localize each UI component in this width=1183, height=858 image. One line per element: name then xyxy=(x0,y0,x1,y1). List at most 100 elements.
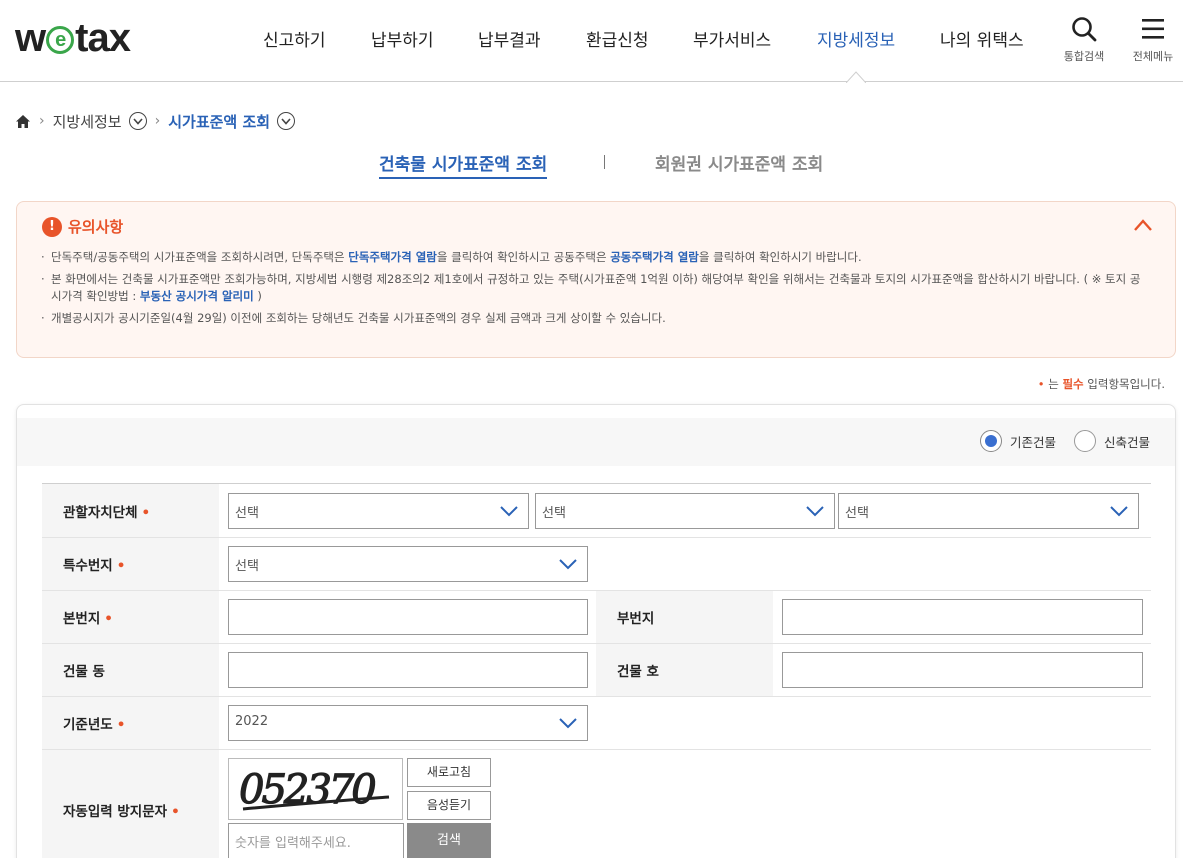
breadcrumb: › 지방세정보 › 시가표준액 조회 xyxy=(15,110,296,132)
notice-text: 단독주택/공동주택의 시가표준액을 조회하시려면, 단독주택은 xyxy=(51,250,349,264)
required-marker: • xyxy=(171,804,180,820)
special-lot-select[interactable]: 선택 xyxy=(228,546,588,582)
home-icon[interactable] xyxy=(15,114,31,129)
menu-label: 전체메뉴 xyxy=(1132,50,1174,63)
form-top-border xyxy=(42,483,1151,484)
required-note-suffix: 입력항목입니다. xyxy=(1083,377,1165,391)
realty-price-alimi-link[interactable]: 부동산 공시가격 알리미 xyxy=(140,289,254,303)
nav-item-pay[interactable]: 납부하기 xyxy=(371,26,434,51)
nav-item-extra-services[interactable]: 부가서비스 xyxy=(693,26,771,51)
required-dot: • xyxy=(1037,377,1045,391)
special-lot-label: 특수번지 • xyxy=(63,554,125,574)
active-nav-caret xyxy=(846,71,866,83)
detached-house-price-link[interactable]: 단독주택가격 열람 xyxy=(348,250,437,264)
required-word: 필수 xyxy=(1062,377,1084,391)
apartment-price-link[interactable]: 공동주택가격 열람 xyxy=(610,250,699,264)
logo-suffix: tax xyxy=(75,15,131,60)
captcha-audio-button[interactable]: 음성듣기 xyxy=(407,791,491,820)
building-ho-label: 건물 호 xyxy=(617,664,659,680)
radio-new-label: 신축건물 xyxy=(1104,434,1151,450)
tab-building-standard-price[interactable]: 건축물 시가표준액 조회 xyxy=(379,150,548,179)
chevron-down-icon xyxy=(1110,506,1128,517)
radio-selected-icon xyxy=(980,430,1002,452)
nav-item-payment-result[interactable]: 납부결과 xyxy=(478,26,541,51)
tab-membership-standard-price[interactable]: 회원권 시가표준액 조회 xyxy=(655,150,823,175)
radio-existing-label: 기존건물 xyxy=(1010,434,1057,450)
captcha-input[interactable]: 숫자를 입력해주세요. xyxy=(228,823,404,858)
select-value: 선택 xyxy=(542,506,566,521)
sub-lot-input[interactable] xyxy=(782,599,1143,635)
building-dong-label: 건물 동 xyxy=(63,664,105,680)
captcha-picture: 052370 xyxy=(238,766,390,814)
notice-text: 을 클릭하여 확인하시기 바랍니다. xyxy=(698,250,862,264)
required-marker: • xyxy=(116,558,126,574)
chevron-down-icon xyxy=(500,506,518,517)
required-marker: • xyxy=(116,717,126,733)
base-year-label-text: 기준년도 xyxy=(63,717,113,733)
notice-box: ! 유의사항 단독주택/공동주택의 시가표준액을 조회하시려면, 단독주택은 단… xyxy=(16,201,1176,358)
building-ho-input[interactable] xyxy=(782,652,1143,688)
chevron-down-icon[interactable] xyxy=(277,112,296,130)
nav-item-local-tax-info[interactable]: 지방세정보 xyxy=(817,26,895,51)
exclamation-icon: ! xyxy=(42,216,62,237)
row-divider xyxy=(42,696,1151,697)
local-gov-select-1[interactable]: 선택 xyxy=(228,493,529,529)
sub-lot-label: 부번지 xyxy=(617,611,655,627)
chevron-down-icon xyxy=(806,506,824,517)
main-lot-input[interactable] xyxy=(228,599,588,635)
row-divider xyxy=(42,643,1151,644)
select-value: 선택 xyxy=(235,559,259,574)
select-value: 2022 xyxy=(235,714,269,729)
main-lot-label-text: 본번지 xyxy=(63,611,101,627)
captcha-label-text: 자동입력 방지문자 xyxy=(63,804,168,820)
notice-title: ! 유의사항 xyxy=(42,216,123,237)
required-marker: • xyxy=(141,505,151,521)
radio-unselected-icon xyxy=(1074,430,1096,452)
select-value: 선택 xyxy=(235,506,259,521)
captcha-image: 052370 xyxy=(228,758,403,820)
building-dong-input[interactable] xyxy=(228,652,588,688)
breadcrumb-level1[interactable]: 지방세정보 xyxy=(53,111,122,132)
notice-item: 단독주택/공동주택의 시가표준액을 조회하시려면, 단독주택은 단독주택가격 열… xyxy=(41,249,1141,266)
chevron-down-icon[interactable] xyxy=(128,112,147,130)
chevron-up-icon[interactable] xyxy=(1133,218,1153,232)
logo-e-mark: e xyxy=(46,26,75,54)
chevron-down-icon xyxy=(559,559,577,570)
local-gov-select-2[interactable]: 선택 xyxy=(535,493,835,529)
search-label: 통합검색 xyxy=(1063,50,1105,63)
captcha-label: 자동입력 방지문자 • xyxy=(63,800,180,820)
wetax-logo[interactable]: w e tax xyxy=(15,15,131,60)
row-divider xyxy=(42,590,1151,591)
notice-text: 을 클릭하여 확인하시고 공동주택은 xyxy=(436,250,611,264)
breadcrumb-separator: › xyxy=(39,113,45,129)
integrated-search-button[interactable]: 통합검색 xyxy=(1054,16,1114,64)
special-lot-label-text: 특수번지 xyxy=(63,558,113,574)
breadcrumb-level2[interactable]: 시가표준액 조회 xyxy=(168,111,270,132)
radio-existing-building[interactable]: 기존건물 xyxy=(980,430,1056,452)
local-gov-select-3[interactable]: 선택 xyxy=(838,493,1139,529)
nav-item-report[interactable]: 신고하기 xyxy=(263,26,326,51)
search-icon xyxy=(1072,17,1097,42)
notice-text: ) xyxy=(253,289,262,303)
chevron-down-icon xyxy=(559,718,577,729)
notice-list: 단독주택/공동주택의 시가표준액을 조회하시려면, 단독주택은 단독주택가격 열… xyxy=(41,249,1141,332)
notice-title-text: 유의사항 xyxy=(68,218,124,236)
search-button[interactable]: 검색 xyxy=(407,823,491,858)
base-year-label: 기준년도 • xyxy=(63,713,125,733)
base-year-select[interactable]: 2022 xyxy=(228,705,588,741)
required-note: • 는 필수 입력항목입니다. xyxy=(1038,376,1165,392)
all-menu-button[interactable]: 전체메뉴 xyxy=(1123,16,1183,64)
nav-item-my-wetax[interactable]: 나의 위택스 xyxy=(940,26,1024,51)
tab-divider xyxy=(604,155,605,169)
site-header: w e tax 신고하기 납부하기 납부결과 환급신청 부가서비스 지방세정보 나의… xyxy=(0,0,1183,82)
row-divider xyxy=(42,537,1151,538)
nav-item-refund[interactable]: 환급신청 xyxy=(586,26,649,51)
required-marker: • xyxy=(104,611,113,627)
local-gov-label-text: 관할자치단체 xyxy=(63,505,138,521)
hamburger-menu-icon xyxy=(1142,19,1164,39)
select-value: 선택 xyxy=(845,506,869,521)
radio-new-building[interactable]: 신축건물 xyxy=(1074,430,1150,452)
breadcrumb-separator: › xyxy=(154,113,161,129)
captcha-refresh-button[interactable]: 새로고침 xyxy=(407,758,491,787)
logo-prefix: w xyxy=(15,15,46,60)
